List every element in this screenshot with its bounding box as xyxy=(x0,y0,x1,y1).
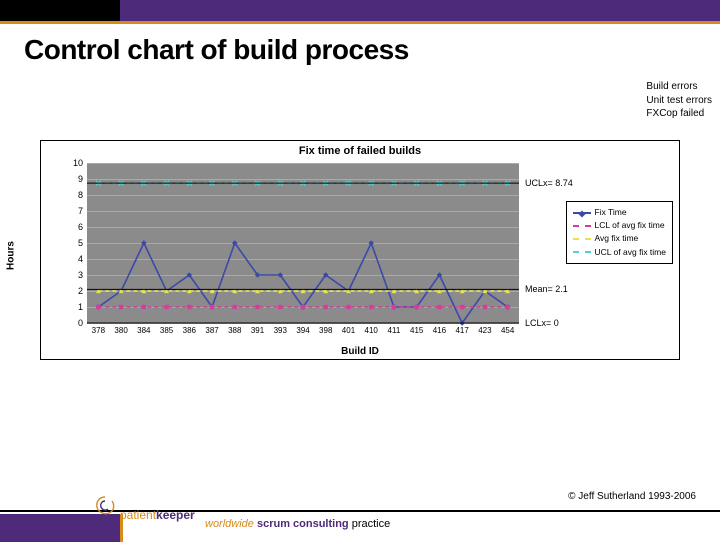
data-marker xyxy=(164,305,168,309)
control-chart: Fix time of failed builds Hours Build ID… xyxy=(40,140,680,360)
y-tick-label: 1 xyxy=(78,302,83,312)
y-tick-label: 3 xyxy=(78,270,83,280)
legend-item: Avg fix time xyxy=(573,232,667,245)
legend-label: UCL of avg fix time xyxy=(595,246,667,259)
data-marker xyxy=(368,240,374,246)
note-item: FXCop failed xyxy=(646,107,712,121)
legend-label: LCL of avg fix time xyxy=(595,219,665,232)
legend-label: Avg fix time xyxy=(595,232,639,245)
logo-swirl-icon xyxy=(92,493,118,519)
data-marker xyxy=(119,305,123,309)
footer-tagline: worldwide scrum consulting practice xyxy=(205,518,390,530)
x-tick-label: 378 xyxy=(92,326,105,335)
ref-line-label: UCLx= 8.74 xyxy=(525,178,573,188)
x-tick-label: 454 xyxy=(501,326,514,335)
x-tick-label: 398 xyxy=(319,326,332,335)
tagline-part2: scrum consulting xyxy=(257,518,352,530)
data-marker xyxy=(301,305,305,309)
tagline-part3: practice xyxy=(352,518,391,530)
x-tick-label: 385 xyxy=(160,326,173,335)
chart-ylabel: Hours xyxy=(6,241,17,270)
legend-label: Fix Time xyxy=(595,206,627,219)
plot-area: 012345678910 378380384385386387388391393… xyxy=(87,163,519,323)
data-marker xyxy=(141,240,147,246)
data-marker xyxy=(255,305,259,309)
x-tick-label: 423 xyxy=(478,326,491,335)
chart-xlabel: Build ID xyxy=(341,346,379,357)
chart-legend: Fix TimeLCL of avg fix timeAvg fix timeU… xyxy=(566,201,674,264)
x-tick-label: 380 xyxy=(114,326,127,335)
y-tick-label: 8 xyxy=(78,190,83,200)
x-tick-label: 384 xyxy=(137,326,150,335)
top-bar xyxy=(0,0,720,24)
y-tick-label: 4 xyxy=(78,254,83,264)
y-tick-label: 6 xyxy=(78,222,83,232)
plot-svg xyxy=(87,163,519,323)
data-marker xyxy=(233,305,237,309)
data-marker xyxy=(187,305,191,309)
series-line xyxy=(98,243,507,323)
x-tick-label: 388 xyxy=(228,326,241,335)
x-tick-label: 394 xyxy=(296,326,309,335)
x-tick-label: 391 xyxy=(251,326,264,335)
brand-logo: patientkeeper xyxy=(92,493,195,522)
legend-swatch-icon xyxy=(573,212,591,214)
data-marker xyxy=(278,305,282,309)
data-marker xyxy=(505,305,509,309)
data-marker xyxy=(392,305,396,309)
logo-text-keeper: keeper xyxy=(156,508,195,522)
legend-item: LCL of avg fix time xyxy=(573,219,667,232)
data-marker xyxy=(437,305,441,309)
data-marker xyxy=(210,305,214,309)
data-marker xyxy=(96,305,100,309)
x-tick-label: 410 xyxy=(365,326,378,335)
copyright-text: © Jeff Sutherland 1993-2006 xyxy=(568,491,696,502)
x-tick-label: 411 xyxy=(388,326,401,335)
legend-swatch-icon xyxy=(573,225,591,227)
legend-item: UCL of avg fix time xyxy=(573,246,667,259)
data-marker xyxy=(460,305,464,309)
y-tick-label: 7 xyxy=(78,206,83,216)
legend-swatch-icon xyxy=(573,238,591,240)
x-tick-label: 416 xyxy=(433,326,446,335)
logo-text-patient: patient xyxy=(120,508,156,522)
note-list: Build errors Unit test errors FXCop fail… xyxy=(646,80,712,121)
data-marker xyxy=(369,305,373,309)
data-marker xyxy=(414,305,418,309)
data-marker xyxy=(483,305,487,309)
ref-line-label: LCLx= 0 xyxy=(525,318,559,328)
y-tick-label: 2 xyxy=(78,286,83,296)
legend-item: Fix Time xyxy=(573,206,667,219)
x-tick-label: 393 xyxy=(274,326,287,335)
y-tick-label: 9 xyxy=(78,174,83,184)
x-tick-label: 386 xyxy=(183,326,196,335)
note-item: Unit test errors xyxy=(646,94,712,108)
data-marker xyxy=(346,305,350,309)
x-tick-label: 387 xyxy=(205,326,218,335)
y-tick-label: 5 xyxy=(78,238,83,248)
x-tick-label: 401 xyxy=(342,326,355,335)
x-tick-label: 415 xyxy=(410,326,423,335)
data-marker xyxy=(324,305,328,309)
data-marker xyxy=(142,305,146,309)
tagline-part1: worldwide xyxy=(205,518,257,530)
legend-swatch-icon xyxy=(573,251,591,253)
chart-title: Fix time of failed builds xyxy=(41,145,679,157)
ref-line-label: Mean= 2.1 xyxy=(525,284,568,294)
y-tick-label: 0 xyxy=(78,318,83,328)
note-item: Build errors xyxy=(646,80,712,94)
x-tick-label: 417 xyxy=(455,326,468,335)
slide: Control chart of build process Build err… xyxy=(0,0,720,540)
y-tick-label: 10 xyxy=(73,158,83,168)
slide-title: Control chart of build process xyxy=(0,24,720,72)
